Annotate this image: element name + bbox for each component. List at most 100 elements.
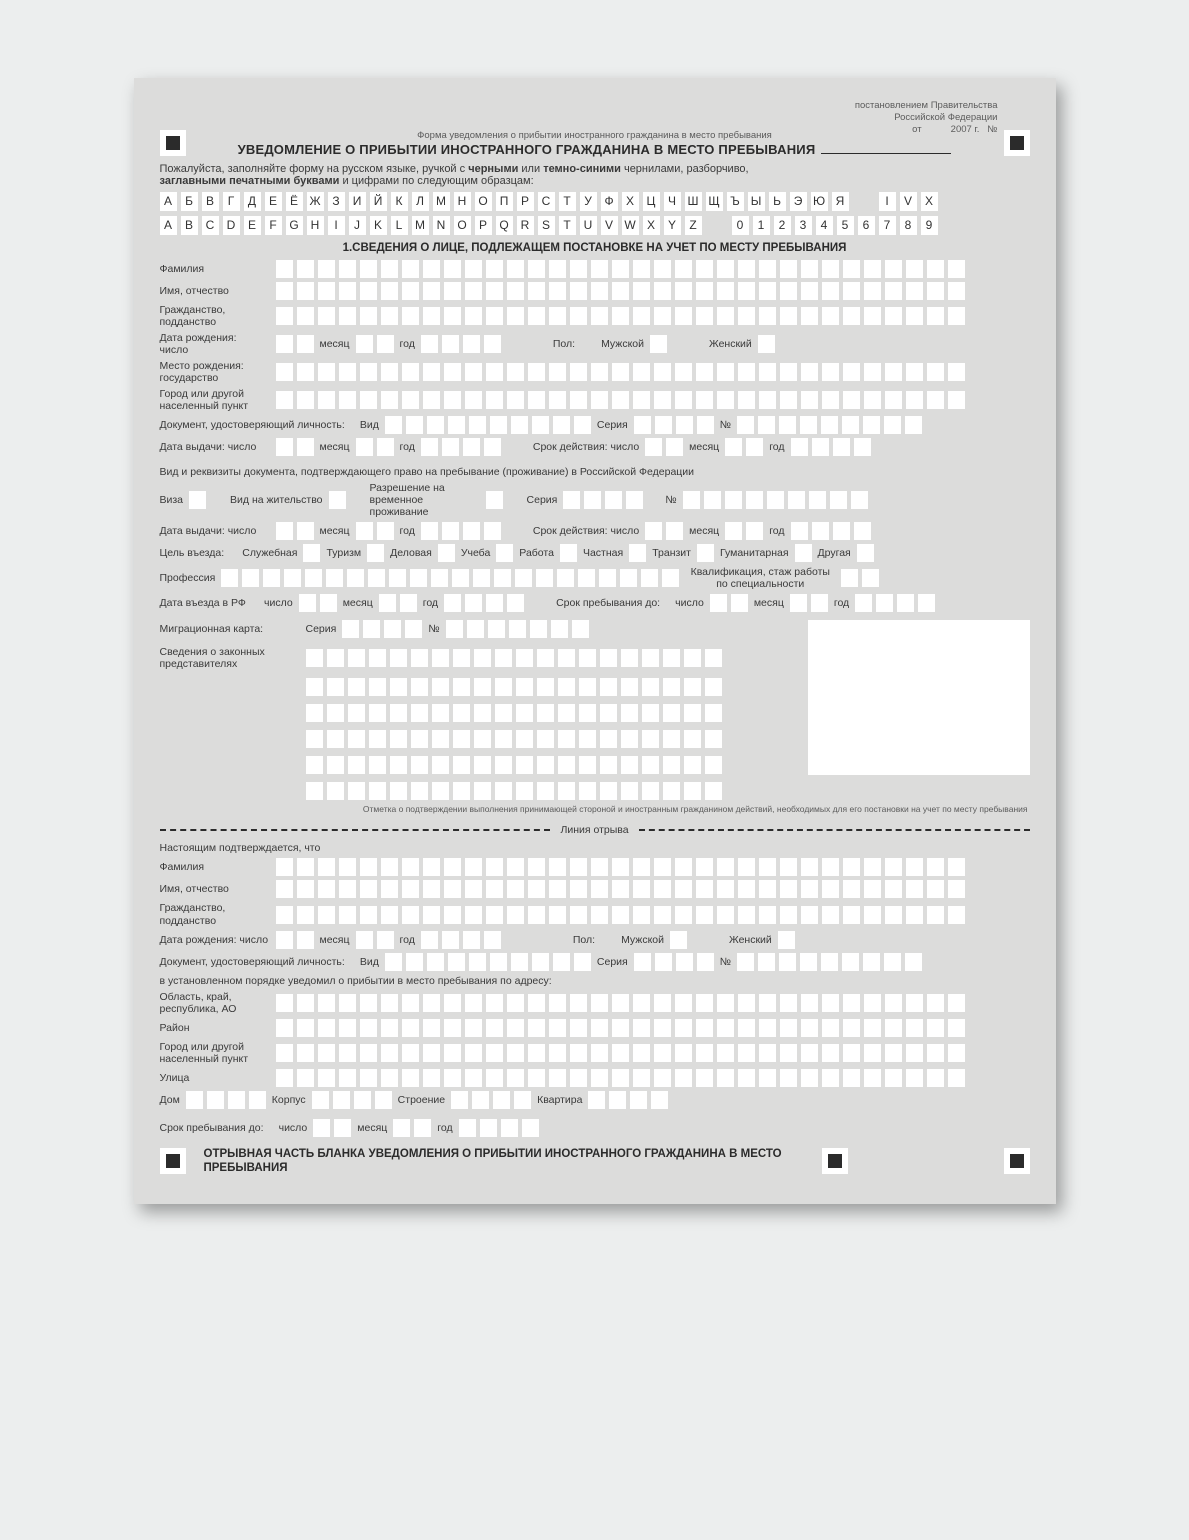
- entry-cell[interactable]: [906, 260, 923, 278]
- entry-cell[interactable]: [821, 416, 838, 434]
- entry-cell[interactable]: [444, 260, 461, 278]
- entry-cell[interactable]: [780, 363, 797, 381]
- entry-cell[interactable]: [313, 1119, 330, 1137]
- entry-cell[interactable]: [591, 391, 608, 409]
- entry-cell[interactable]: [822, 1044, 839, 1062]
- entry-cell[interactable]: [927, 391, 944, 409]
- id-valid-day[interactable]: [645, 438, 683, 456]
- entry-cell[interactable]: [675, 858, 692, 876]
- entry-cell[interactable]: [186, 1091, 203, 1109]
- entry-cell[interactable]: [551, 620, 568, 638]
- entry-cell[interactable]: [633, 260, 650, 278]
- entry-cell[interactable]: [423, 1044, 440, 1062]
- entry-cell[interactable]: [705, 649, 722, 667]
- entry-cell[interactable]: [360, 307, 377, 325]
- entry-cell[interactable]: [356, 931, 373, 949]
- birth-country-cells[interactable]: [276, 363, 965, 381]
- entry-cell[interactable]: [738, 1069, 755, 1087]
- entry-cell[interactable]: [393, 1119, 410, 1137]
- entry-cell[interactable]: [654, 1019, 671, 1037]
- entry-cell[interactable]: [432, 756, 449, 774]
- entry-cell[interactable]: [423, 391, 440, 409]
- entry-cell[interactable]: [822, 282, 839, 300]
- birth-month[interactable]: [356, 335, 394, 353]
- entry-cell[interactable]: [276, 1069, 293, 1087]
- entry-cell[interactable]: [731, 594, 748, 612]
- entry-cell[interactable]: [432, 704, 449, 722]
- entry-cell[interactable]: [465, 363, 482, 381]
- entry-cell[interactable]: [444, 880, 461, 898]
- entry-cell[interactable]: [507, 906, 524, 924]
- entry-cell[interactable]: [320, 594, 337, 612]
- entry-cell[interactable]: [297, 391, 314, 409]
- entry-cell[interactable]: [465, 282, 482, 300]
- entry-cell[interactable]: [549, 880, 566, 898]
- birth-day[interactable]: [276, 335, 314, 353]
- entry-cell[interactable]: [486, 858, 503, 876]
- entry-cell[interactable]: [654, 260, 671, 278]
- entry-cell[interactable]: [759, 906, 776, 924]
- entry-cell[interactable]: [612, 1019, 629, 1037]
- rightdoc-number[interactable]: [683, 491, 868, 509]
- entry-cell[interactable]: [469, 416, 486, 434]
- entry-cell[interactable]: [683, 491, 700, 509]
- entry-cell[interactable]: [906, 391, 923, 409]
- entry-cell[interactable]: [553, 416, 570, 434]
- entry-cell[interactable]: [318, 1044, 335, 1062]
- entry-cell[interactable]: [851, 491, 868, 509]
- entry-cell[interactable]: [822, 391, 839, 409]
- entry-cell[interactable]: [906, 880, 923, 898]
- entry-cell[interactable]: [675, 994, 692, 1012]
- entry-cell[interactable]: [885, 363, 902, 381]
- entry-cell[interactable]: [486, 363, 503, 381]
- entry-cell[interactable]: [780, 858, 797, 876]
- entry-cell[interactable]: [906, 307, 923, 325]
- entry-cell[interactable]: [421, 438, 438, 456]
- entry-cell[interactable]: [717, 906, 734, 924]
- entry-cell[interactable]: [696, 307, 713, 325]
- entry-cell[interactable]: [759, 1044, 776, 1062]
- entry-cell[interactable]: [405, 620, 422, 638]
- entry-cell[interactable]: [621, 756, 638, 774]
- entry-cell[interactable]: [675, 1044, 692, 1062]
- entry-cell[interactable]: [423, 363, 440, 381]
- entry-cell[interactable]: [472, 1091, 489, 1109]
- entry-cell[interactable]: [906, 363, 923, 381]
- entry-cell[interactable]: [390, 649, 407, 667]
- entry-cell[interactable]: [927, 307, 944, 325]
- iddoc-series[interactable]: [634, 416, 714, 434]
- entry-cell[interactable]: [452, 569, 469, 587]
- entry-cell[interactable]: [297, 1044, 314, 1062]
- entry-cell[interactable]: [885, 1069, 902, 1087]
- entry-cell[interactable]: [651, 1091, 668, 1109]
- entry-cell[interactable]: [948, 880, 965, 898]
- entry-cell[interactable]: [759, 880, 776, 898]
- entry-cell[interactable]: [276, 931, 293, 949]
- entry-cell[interactable]: [705, 704, 722, 722]
- entry-cell[interactable]: [339, 1069, 356, 1087]
- entry-cell[interactable]: [528, 1044, 545, 1062]
- entry-cell[interactable]: [360, 858, 377, 876]
- entry-cell[interactable]: [432, 782, 449, 800]
- entry-cell[interactable]: [696, 1069, 713, 1087]
- entry-cell[interactable]: [662, 569, 679, 587]
- entry-cell[interactable]: [927, 994, 944, 1012]
- entry-cell[interactable]: [759, 363, 776, 381]
- entry-cell[interactable]: [381, 1069, 398, 1087]
- entry-cell[interactable]: [474, 678, 491, 696]
- entry-cell[interactable]: [402, 1019, 419, 1037]
- entry-cell[interactable]: [620, 569, 637, 587]
- entry-cell[interactable]: [490, 953, 507, 971]
- entry-cell[interactable]: [453, 678, 470, 696]
- entry-cell[interactable]: [486, 1069, 503, 1087]
- entry-cell[interactable]: [537, 649, 554, 667]
- entry-cell[interactable]: [612, 1069, 629, 1087]
- entry-cell[interactable]: [549, 363, 566, 381]
- entry-cell[interactable]: [444, 307, 461, 325]
- entry-cell[interactable]: [822, 307, 839, 325]
- entry-cell[interactable]: [402, 363, 419, 381]
- entry-cell[interactable]: [738, 307, 755, 325]
- entry-cell[interactable]: [737, 416, 754, 434]
- entry-cell[interactable]: [333, 1091, 350, 1109]
- migcard-series[interactable]: [342, 620, 422, 638]
